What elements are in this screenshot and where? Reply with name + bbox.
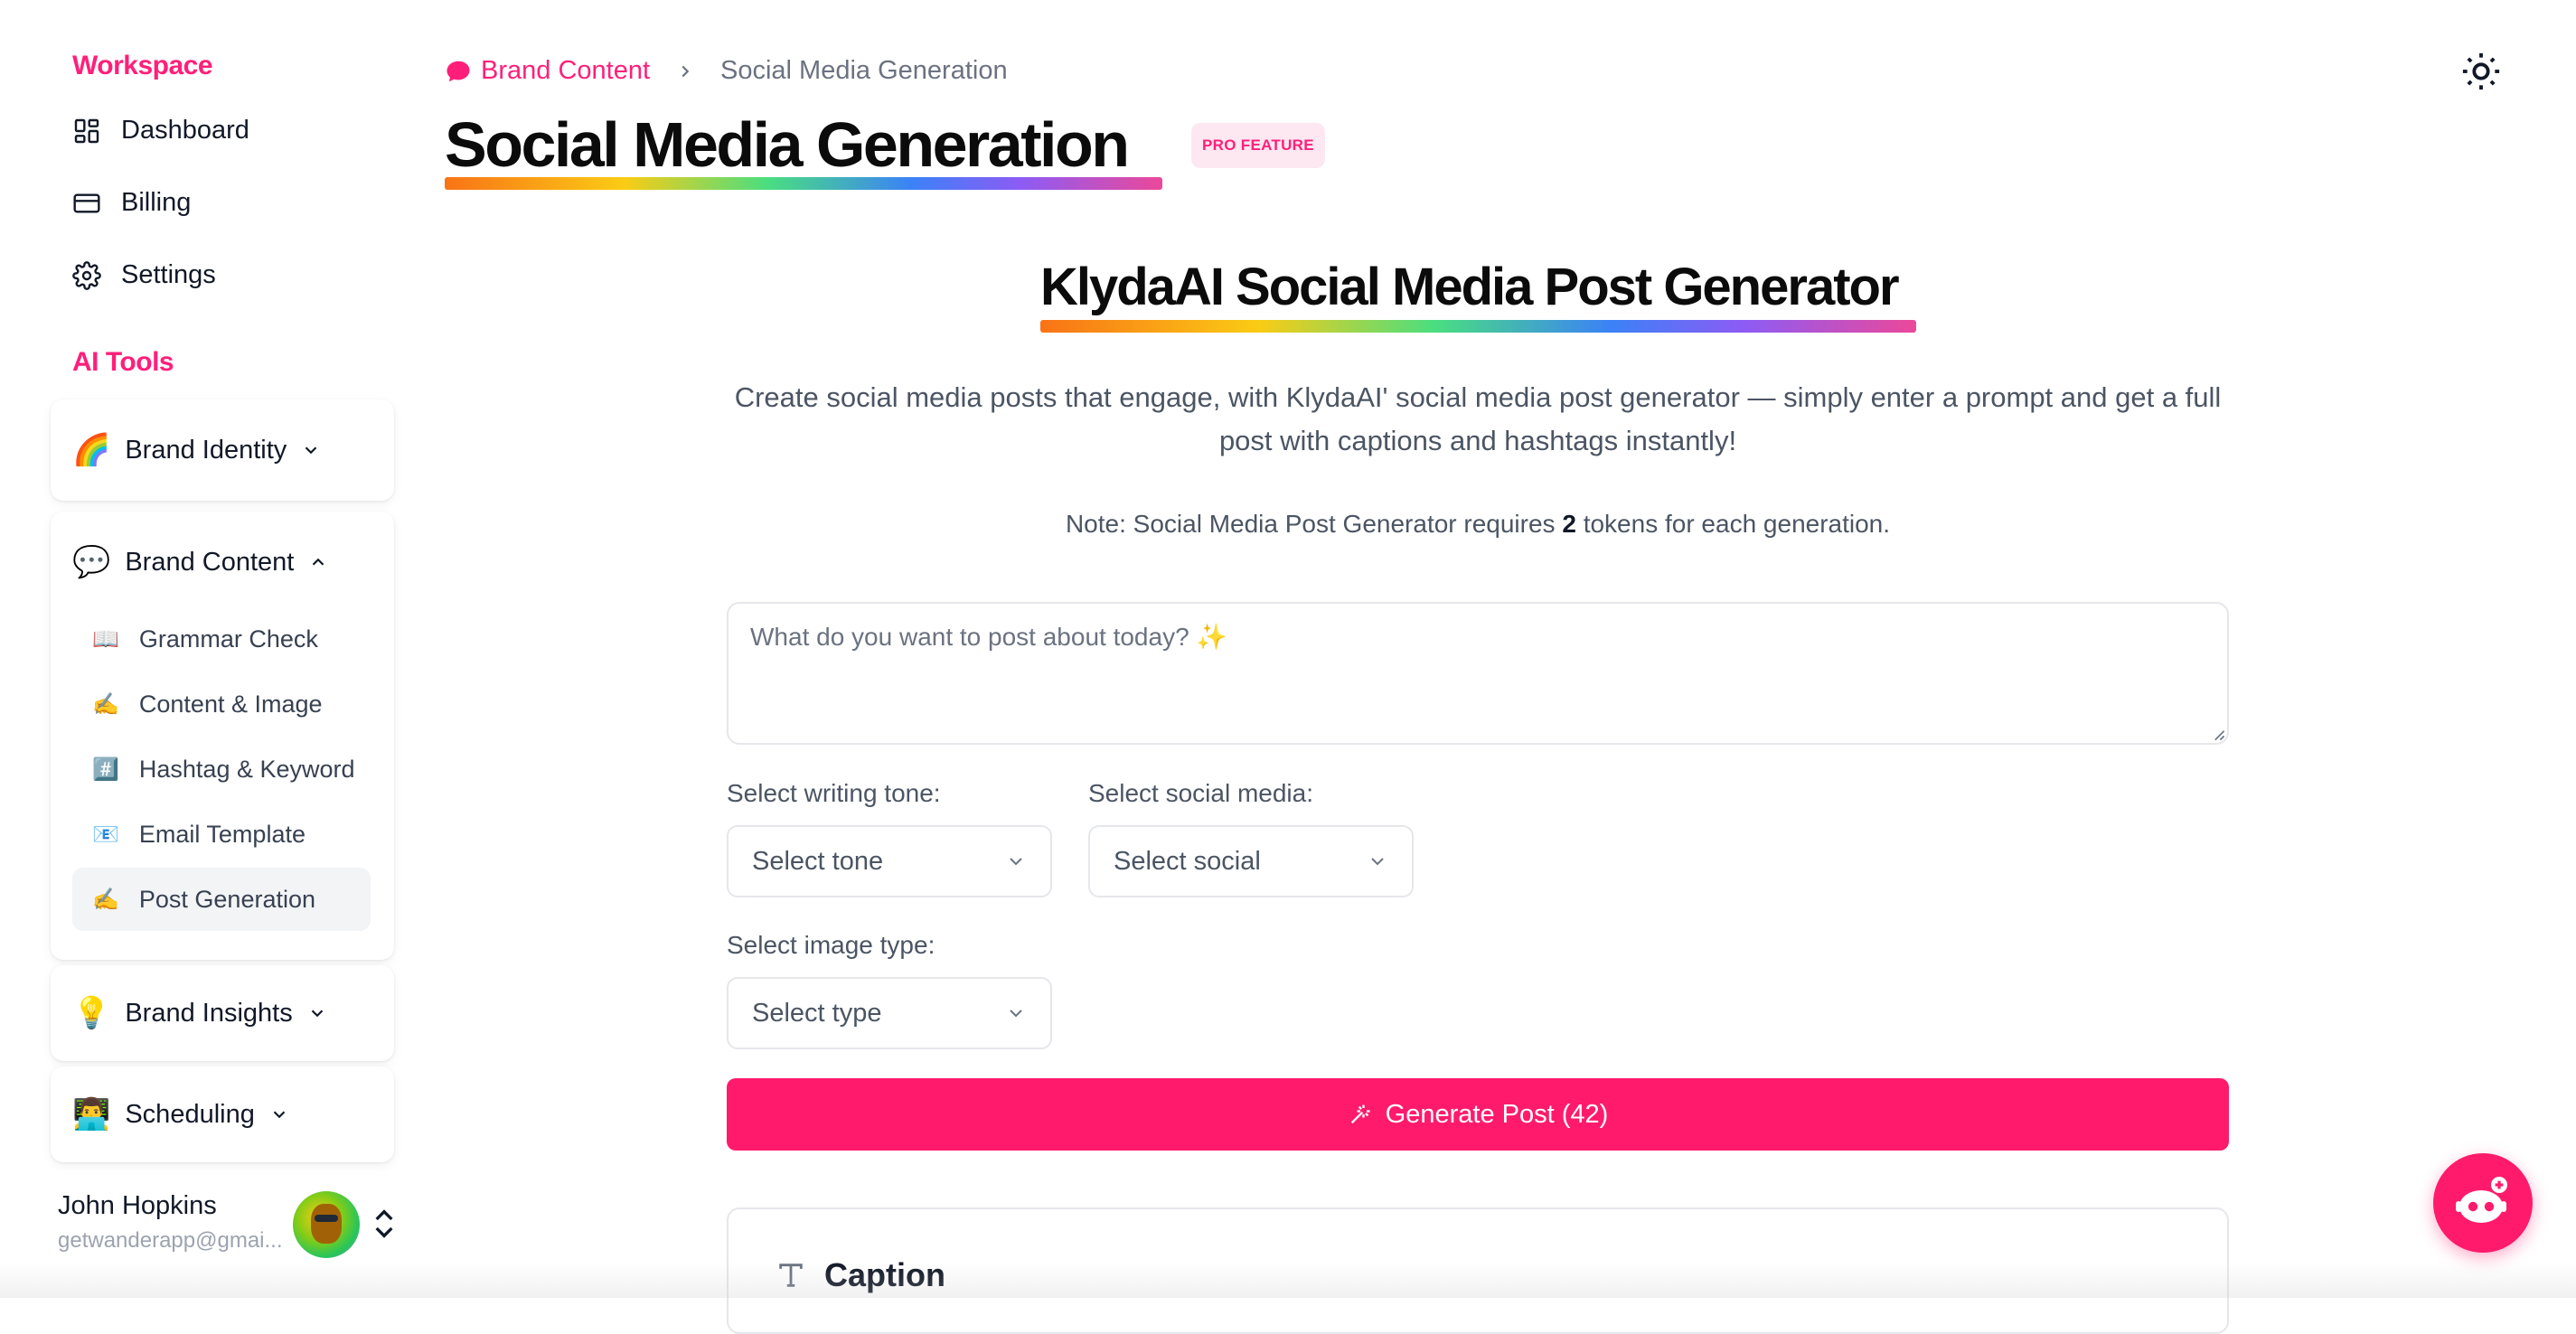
breadcrumb-parent-label: Brand Content xyxy=(481,56,651,85)
chevron-down-icon xyxy=(1010,858,1022,866)
social-label: Select social media: xyxy=(1088,779,1314,807)
image-type-select[interactable]: Select type xyxy=(727,977,1052,1049)
sun-icon xyxy=(2462,52,2500,90)
caption-card: Caption xyxy=(727,1207,2229,1334)
group-toggle-brand-content[interactable]: 💬 Brand Content xyxy=(72,512,328,613)
workspace-section-title: Workspace xyxy=(72,51,213,80)
sidebar-item-grammar-check[interactable]: 📖 Grammar Check xyxy=(72,607,371,671)
chevron-down-icon xyxy=(1371,858,1384,866)
chevron-up-icon xyxy=(308,552,328,572)
group-brand-content: 💬 Brand Content 📖 Grammar Check ✍️ Conte… xyxy=(51,512,394,960)
sidebar-item-label: Dashboard xyxy=(121,116,249,145)
sidebar-item-content-image[interactable]: ✍️ Content & Image xyxy=(72,672,371,736)
token-note: Note: Social Media Post Generator requir… xyxy=(723,510,2233,539)
text-type-icon xyxy=(779,1264,803,1287)
breadcrumb-current: Social Media Generation xyxy=(720,56,1008,85)
chevron-right-icon xyxy=(675,61,695,81)
prompt-input[interactable] xyxy=(727,602,2229,745)
sidebar-item-dashboard[interactable]: Dashboard xyxy=(72,116,249,146)
speech-bubble-icon: 💬 xyxy=(72,544,111,580)
pro-feature-badge: PRO FEATURE xyxy=(1191,123,1325,168)
theme-toggle-button[interactable] xyxy=(2460,51,2502,97)
generate-post-label: Generate Post (42) xyxy=(1385,1099,1609,1129)
generate-post-button[interactable]: Generate Post (42) xyxy=(727,1078,2229,1151)
group-brand-identity: 🌈 Brand Identity xyxy=(51,399,394,501)
title-underline xyxy=(445,177,1162,190)
group-toggle-brand-insights[interactable]: 💡 Brand Insights xyxy=(72,965,327,1061)
token-count: 2 xyxy=(1562,510,1576,538)
user-email: getwanderapp@gmai... xyxy=(58,1228,283,1253)
tone-select-value: Select tone xyxy=(752,846,884,876)
avatar[interactable] xyxy=(293,1191,360,1258)
sub-item-label: Grammar Check xyxy=(138,625,318,653)
sub-item-label: Post Generation xyxy=(138,885,316,913)
breadcrumb: Brand Content Social Media Generation xyxy=(445,56,1008,86)
writing-hand-icon: ✍️ xyxy=(92,691,119,717)
chatbot-button[interactable] xyxy=(2433,1153,2533,1253)
group-label: Brand Identity xyxy=(125,435,287,465)
sidebar-item-email-template[interactable]: 📧 Email Template xyxy=(72,803,371,866)
chevron-down-icon xyxy=(301,440,321,460)
tone-select[interactable]: Select tone xyxy=(727,825,1052,897)
chevron-down-icon xyxy=(307,1003,327,1023)
sidebar-item-label: Settings xyxy=(121,260,216,289)
sidebar-item-label: Billing xyxy=(121,188,192,217)
dashboard-icon xyxy=(74,118,99,143)
group-label: Scheduling xyxy=(125,1099,255,1129)
group-label: Brand Content xyxy=(125,547,295,577)
user-name: John Hopkins xyxy=(58,1191,217,1220)
gear-icon xyxy=(72,260,101,290)
caption-title: Caption xyxy=(824,1256,945,1293)
chat-bubble-icon xyxy=(447,61,470,81)
sub-item-label: Content & Image xyxy=(138,690,323,718)
group-brand-insights: 💡 Brand Insights xyxy=(51,965,394,1061)
avatar-face xyxy=(311,1204,342,1244)
writing-hand-icon: ✍️ xyxy=(92,887,119,912)
lightbulb-icon: 💡 xyxy=(72,995,111,1031)
generator-title: KlydaAI Social Media Post Generator xyxy=(1040,258,1900,316)
ai-tools-section-title: AI Tools xyxy=(72,347,174,377)
generator-description: Create social media posts that engage, w… xyxy=(734,381,2222,456)
generator-title-underline xyxy=(1040,320,1916,333)
sub-item-label: Hashtag & Keyword xyxy=(138,755,355,783)
email-icon: 📧 xyxy=(92,822,119,847)
hash-icon: #️⃣ xyxy=(92,756,119,782)
sidebar: Workspace Dashboard Billing Settings AI … xyxy=(0,0,416,1298)
social-select-value: Select social xyxy=(1114,846,1261,876)
chevron-down-icon xyxy=(1010,1010,1022,1018)
sidebar-item-settings[interactable]: Settings xyxy=(72,260,216,290)
social-select[interactable]: Select social xyxy=(1088,825,1414,897)
image-type-select-value: Select type xyxy=(752,998,882,1028)
magic-wand-icon xyxy=(1350,1104,1370,1124)
credit-card-icon xyxy=(73,193,100,213)
breadcrumb-brand-content[interactable]: Brand Content xyxy=(445,56,650,86)
resize-handle-icon[interactable] xyxy=(2213,728,2225,741)
sidebar-item-hashtag-keyword[interactable]: #️⃣ Hashtag & Keyword xyxy=(72,737,371,801)
token-note-suffix: tokens for each generation. xyxy=(1575,510,1891,538)
group-scheduling: 👨‍💻 Scheduling xyxy=(51,1066,394,1162)
token-note-prefix: Note: Social Media Post Generator requir… xyxy=(1065,510,1563,538)
page-title: Social Media Generation xyxy=(445,109,1130,180)
image-type-label: Select image type: xyxy=(727,931,935,959)
sub-item-label: Email Template xyxy=(138,820,306,848)
avatar-glasses xyxy=(315,1215,338,1222)
tone-label: Select writing tone: xyxy=(727,779,941,807)
sidebar-item-billing[interactable]: Billing xyxy=(72,188,191,218)
book-icon: 📖 xyxy=(92,626,119,652)
caption-header: Caption xyxy=(776,1256,945,1294)
group-toggle-scheduling[interactable]: 👨‍💻 Scheduling xyxy=(72,1066,289,1162)
user-profile[interactable]: John Hopkins getwanderapp@gmai... xyxy=(58,1191,283,1254)
chevron-down-icon xyxy=(269,1104,289,1124)
sidebar-item-post-generation[interactable]: ✍️ Post Generation xyxy=(72,868,371,931)
robot-icon xyxy=(2456,1177,2507,1223)
group-label: Brand Insights xyxy=(125,998,293,1028)
account-switcher-icon[interactable] xyxy=(371,1206,398,1246)
technologist-icon: 👨‍💻 xyxy=(72,1096,111,1132)
rainbow-icon: 🌈 xyxy=(72,432,111,468)
group-toggle-brand-identity[interactable]: 🌈 Brand Identity xyxy=(72,399,321,501)
